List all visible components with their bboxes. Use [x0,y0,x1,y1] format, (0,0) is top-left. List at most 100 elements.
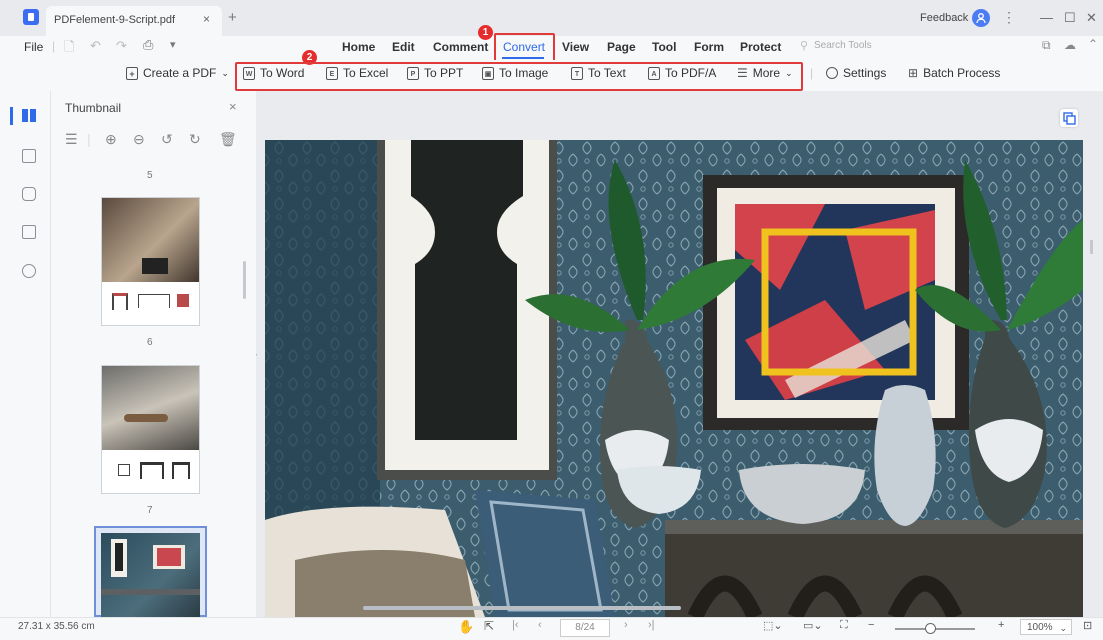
redo-icon[interactable]: ↷ [116,38,127,54]
menu-form[interactable]: Form [694,40,724,54]
to-ppt-button[interactable]: P To PPT [407,66,463,80]
menu-comment[interactable]: Comment [433,40,488,54]
thumbnail-close-icon[interactable]: × [229,99,237,114]
settings-button[interactable]: Settings [826,66,886,80]
zoom-in-icon[interactable]: ⊕ [105,131,117,148]
quick-access-dropdown-icon[interactable]: ▾ [170,38,176,51]
user-avatar[interactable] [972,9,990,27]
panel-icon [1063,112,1076,125]
menu-view[interactable]: View [562,40,589,54]
last-page-icon[interactable]: ›| [648,619,655,631]
toolbar-divider: | [810,66,814,80]
zoom-slider-knob[interactable] [925,623,936,634]
search-icon[interactable] [22,264,36,278]
close-window-button[interactable]: ✕ [1086,10,1097,26]
batch-process-button[interactable]: ⊞ Batch Process [908,66,1000,80]
collapse-ribbon-icon[interactable]: ⌃ [1088,37,1098,51]
thumbnail-page-7-selected[interactable] [94,526,207,617]
thumbnail-icon[interactable] [22,109,28,122]
minimize-button[interactable]: — [1040,10,1053,25]
first-page-icon[interactable]: |‹ [512,619,519,631]
document-tab[interactable]: PDFelement-9-Script.pdf × [46,6,222,36]
create-pdf-label: Create a PDF [143,66,217,80]
menu-tool[interactable]: Tool [652,40,676,54]
feedback-link[interactable]: Feedback [920,12,968,24]
to-excel-button[interactable]: E To Excel [326,66,388,80]
ppt-icon: P [407,66,419,80]
more-label: More [752,66,781,80]
to-excel-label: To Excel [343,66,389,80]
excel-icon: E [326,66,338,80]
more-options-icon[interactable]: ⋮ [1002,9,1016,26]
menu-file[interactable]: File [24,40,43,54]
side-panel-toggle[interactable] [1060,109,1078,127]
rotate-left-icon[interactable]: ↺ [161,131,173,148]
fullscreen-icon[interactable]: ⛶ [840,619,848,632]
zoom-out-button[interactable]: − [868,619,874,631]
menu-protect[interactable]: Protect [740,40,781,54]
zoom-out-icon[interactable]: ⊖ [133,131,145,148]
create-pdf-icon: + [126,66,138,80]
previous-page-icon[interactable]: ‹ [538,619,542,631]
share-icon[interactable]: ⧉ [1042,38,1051,53]
user-icon [976,13,986,24]
batch-process-icon: ⊞ [908,66,919,80]
search-tools-icon: ⚲ [800,40,809,52]
thumbnail-page-5[interactable] [101,197,200,326]
interior-photo [265,140,1083,617]
app-logo-icon [23,9,39,25]
to-word-label: To Word [260,66,305,80]
fit-page-icon[interactable]: ⬚⌄ [763,619,783,632]
menu-edit[interactable]: Edit [392,40,415,54]
to-text-button[interactable]: T To Text [571,66,626,80]
to-pdfa-label: To PDF/A [665,66,717,80]
thumbnail-scrollbar[interactable] [243,261,246,299]
new-tab-icon[interactable]: + [228,9,237,26]
cloud-icon[interactable]: ☁ [1064,38,1076,52]
text-icon: T [571,66,583,80]
to-image-label: To Image [499,66,549,80]
zoom-level-select[interactable]: 100% ⌄ [1020,619,1072,635]
pdf-page-image [265,140,1083,617]
thumbnail-page-number: 6 [147,337,153,348]
left-sidebar-rail [0,91,51,617]
zoom-in-button[interactable]: + [998,619,1004,631]
rotate-right-icon[interactable]: ↻ [189,131,201,148]
attachment-icon[interactable] [22,225,36,239]
page-dimensions: 27.31 x 35.56 cm [18,621,95,632]
to-pdfa-button[interactable]: A To PDF/A [648,66,716,80]
batch-process-label: Batch Process [923,66,1001,80]
thumbnail-page-number: 5 [147,170,153,181]
horizontal-scrollbar[interactable] [363,606,681,610]
menu-home[interactable]: Home [342,40,375,54]
delete-page-icon[interactable]: 🗑 [219,131,237,148]
hand-tool-icon[interactable]: ✋ [458,619,474,635]
next-page-icon[interactable]: › [624,619,628,631]
print-icon[interactable]: ⎙ [143,37,153,53]
thumbnail-menu-icon[interactable]: ☰ [65,131,78,148]
tab-close-icon[interactable]: × [203,12,210,26]
view-mode-icon[interactable]: ▭⌄ [803,619,823,632]
search-tools-input[interactable]: Search Tools [814,40,872,51]
pdfa-icon: A [648,66,660,80]
undo-icon[interactable]: ↶ [90,38,101,54]
select-tool-icon[interactable]: ⇱ [484,619,494,633]
bookmark-icon[interactable] [22,149,36,163]
create-pdf-button[interactable]: + Create a PDF ⌄ [126,66,229,80]
document-tab-title: PDFelement-9-Script.pdf [54,14,176,26]
menu-page[interactable]: Page [607,40,636,54]
vertical-scrollbar[interactable] [1090,240,1093,254]
comment-icon[interactable] [22,187,36,201]
fit-width-icon[interactable]: ⊡ [1083,619,1092,632]
to-word-button[interactable]: W To Word [243,66,304,80]
to-image-button[interactable]: ▣ To Image [482,66,548,80]
save-icon[interactable]: 🗋 [64,38,74,60]
thumbnail-title: Thumbnail [65,101,122,115]
thumbnail-page-6[interactable] [101,365,200,494]
maximize-button[interactable]: ☐ [1064,10,1076,26]
more-button[interactable]: ☰ More ⌄ [737,66,793,80]
image-icon: ▣ [482,66,494,80]
settings-icon [826,67,838,79]
page-number-input[interactable]: 8/24 [560,619,610,637]
more-list-icon: ☰ [737,66,748,80]
